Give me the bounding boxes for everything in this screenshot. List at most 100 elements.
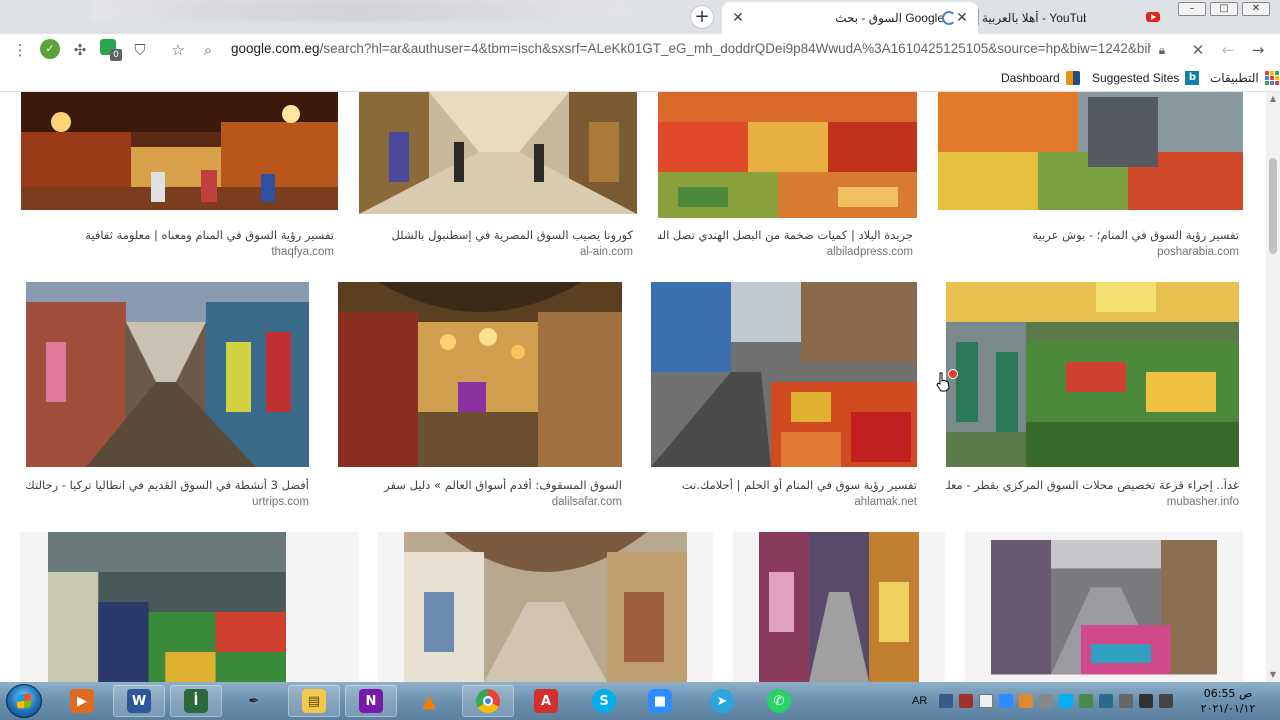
start-button[interactable] (6, 684, 42, 718)
stop-loading-icon[interactable]: ✕ (1188, 40, 1208, 60)
result-image-spice-bazaar[interactable] (21, 92, 338, 210)
maximize-button[interactable]: □ (1210, 2, 1238, 16)
result-image-grand-bazaar-arches[interactable] (378, 532, 713, 682)
shield-extension-icon[interactable]: 0 (100, 39, 122, 61)
result-title[interactable]: تفسير رؤية السوق في المنام؛ - بوش عربية (938, 228, 1239, 242)
result-source[interactable]: ahlamak.net (651, 496, 917, 508)
clock-time: 06:55 ص (1203, 687, 1253, 700)
taskbar-file-explorer[interactable]: ▤ (288, 685, 340, 717)
language-indicator[interactable]: AR (912, 695, 927, 707)
taskbar-skype[interactable]: S (578, 685, 630, 717)
windows-taskbar: ▶ W أ ✒ ▤ N ▲ A S ■ ➤ ✆ AR 06:55 ص ٢٠٢١/… (0, 682, 1280, 720)
result-image-antalya-bazaar[interactable] (26, 282, 309, 467)
bookmark-star-icon[interactable]: ☆ (168, 40, 188, 60)
result-title[interactable]: جريدة البلاد | كميات ضخمة من البصل الهند… (658, 228, 913, 242)
bookmark-label: التطبيقات (1210, 71, 1259, 85)
titlebar-background (90, 0, 630, 22)
back-arrow-icon[interactable]: → (1248, 40, 1268, 60)
result-source[interactable]: urtrips.com (26, 496, 309, 508)
new-tab-button[interactable]: + (690, 5, 714, 29)
zoom-tray-icon[interactable] (999, 694, 1014, 708)
result-image-covered-vegetable-market[interactable] (20, 532, 359, 682)
taskbar-pen-tool[interactable]: ✒ (228, 685, 280, 717)
minimize-button[interactable]: – (1178, 2, 1206, 16)
result-image-narrow-bazaar[interactable] (733, 532, 945, 682)
extension-badge: 0 (110, 49, 122, 61)
network-icon[interactable] (1139, 694, 1154, 708)
shield-check-icon[interactable]: ⛉ (130, 40, 150, 60)
result-source[interactable]: mubasher.info (946, 496, 1239, 508)
skype-tray-icon[interactable] (1059, 694, 1074, 708)
result-title[interactable]: غداً.. إجراء قرعة تخصيص محلات السوق المر… (946, 478, 1239, 492)
close-window-button[interactable]: ✕ (1242, 2, 1270, 16)
scroll-up-icon[interactable]: ▲ (1268, 94, 1278, 104)
keyboard-icon[interactable] (939, 694, 954, 708)
bookmark-label: Suggested Sites (1092, 71, 1180, 85)
taskbar-acrobat[interactable]: A (520, 685, 572, 717)
monitor-tray-icon[interactable] (1039, 694, 1054, 708)
taskbar-word[interactable]: W (113, 685, 165, 717)
search-icon[interactable]: ⌕ (198, 40, 218, 60)
result-title[interactable]: تفسير رؤية السوق في المنام ومعناه | معلو… (21, 228, 334, 242)
menu-kebab-icon[interactable]: ⋮ (10, 40, 30, 60)
result-title[interactable]: كورونا يصيب السوق المصرية في إسطنبول بال… (359, 228, 633, 242)
result-image-vegetable-stall[interactable] (658, 92, 917, 218)
close-tab-icon[interactable]: ✕ (730, 10, 746, 26)
result-source[interactable]: thaqfya.com (21, 246, 334, 258)
address-bar[interactable]: google.com.eg/search?hl=ar&authuser=4&tb… (231, 41, 1151, 59)
clock-date: ٢٠٢١/٠١/١٢ (1200, 702, 1256, 715)
extensions-puzzle-icon[interactable]: ✣ (70, 40, 90, 60)
system-clock[interactable]: 06:55 ص ٢٠٢١/٠١/١٢ (1196, 686, 1260, 716)
taskbar-zoom[interactable]: ■ (634, 685, 686, 717)
result-image-grand-bazaar-lamps[interactable] (338, 282, 622, 467)
acrobat-icon: A (534, 689, 558, 713)
taskbar-telegram[interactable]: ➤ (696, 685, 748, 717)
grammar-extension-icon[interactable]: ✓ (40, 39, 60, 59)
scroll-down-icon[interactable]: ▼ (1268, 670, 1278, 680)
lock-icon[interactable]: 🔒︎ (1152, 40, 1172, 60)
dashboard-icon (1065, 71, 1080, 85)
taskbar-onenote[interactable]: N (345, 685, 397, 717)
usb-tray-icon[interactable] (979, 694, 994, 708)
scrollbar-thumb[interactable] (1269, 158, 1277, 254)
taskbar-chrome[interactable] (462, 685, 514, 717)
taskbar-vlc[interactable]: ▲ (403, 685, 455, 717)
result-image-central-market[interactable] (946, 282, 1239, 467)
tab-youtube[interactable]: ✕ أهلا بالعربية - YouTube (946, 2, 1176, 34)
taskbar-anaqa-app[interactable]: أ (170, 685, 222, 717)
forward-arrow-icon[interactable]: ← (1218, 40, 1238, 60)
result-title[interactable]: أفضل 3 أنشطة في السوق القديم في انطاليا … (26, 478, 309, 492)
result-source[interactable]: albiladpress.com (658, 246, 913, 258)
page-scrollbar[interactable]: ▲ ▼ (1266, 92, 1280, 682)
bing-icon: b (1185, 71, 1200, 85)
bookmark-apps[interactable]: التطبيقات (1210, 71, 1279, 85)
url-path: /search?hl=ar&authuser=4&tbm=isch&sxsrf=… (319, 41, 1151, 56)
result-image-textile-alley[interactable] (965, 532, 1243, 682)
result-source[interactable]: dalilsafar.com (338, 496, 622, 508)
chrome-icon (476, 689, 500, 713)
notification-flag-icon[interactable] (1119, 694, 1134, 708)
taskbar-whatsapp[interactable]: ✆ (753, 685, 805, 717)
result-source[interactable]: al-ain.com (359, 246, 633, 258)
onenote-icon: N (359, 689, 383, 713)
result-title[interactable]: السوق المسقوف: أقدم أسواق العالم » دليل … (338, 478, 622, 492)
result-image-street-produce[interactable] (651, 282, 917, 467)
update-tray-icon[interactable] (1019, 694, 1034, 708)
result-image-fruit-market[interactable] (938, 92, 1243, 210)
security-tray-icon[interactable] (959, 694, 974, 708)
tab-google-search[interactable]: ✕ السوق - بحث Google (722, 2, 978, 34)
skype-icon: S (592, 689, 616, 713)
volume-icon[interactable] (1159, 694, 1174, 708)
result-source[interactable]: posharabia.com (938, 246, 1239, 258)
result-image-egyptian-bazaar[interactable] (359, 92, 637, 214)
bookmark-suggested-sites[interactable]: Suggested Sites b (1092, 71, 1200, 85)
telegram-icon: ➤ (710, 689, 734, 713)
taskbar-media-player[interactable]: ▶ (56, 685, 108, 717)
sync-tray-icon[interactable] (1079, 694, 1094, 708)
bookmark-dashboard[interactable]: Dashboard (1001, 71, 1080, 85)
url-host: google.com.eg (231, 41, 320, 56)
close-tab-icon[interactable]: ✕ (954, 10, 970, 26)
display-tray-icon[interactable] (1099, 694, 1114, 708)
result-title[interactable]: تفسير رؤية سوق في المنام أو الحلم | أحلا… (651, 478, 917, 492)
window-controls: – □ ✕ (1178, 2, 1270, 16)
